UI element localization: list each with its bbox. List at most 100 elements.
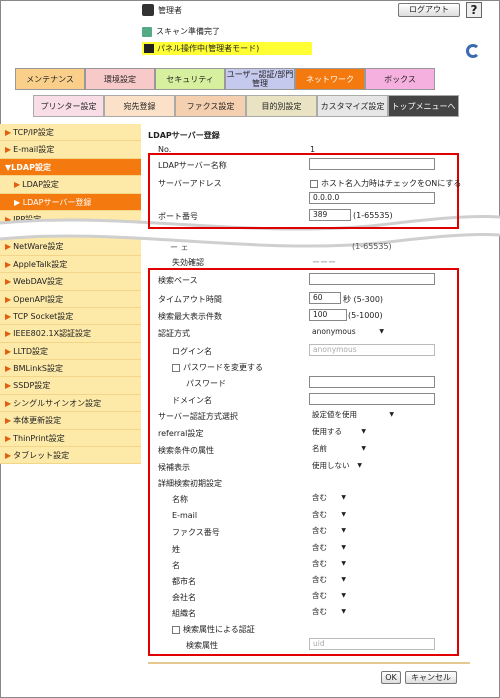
search-attr-input[interactable]: uid xyxy=(309,638,435,650)
detail-select-firstname[interactable]: 含む ▼ xyxy=(309,558,349,570)
detail-select-company[interactable]: 含む ▼ xyxy=(309,590,349,602)
server-address-input[interactable]: 0.0.0.0 xyxy=(309,192,435,204)
detail-select-email[interactable]: 含む ▼ xyxy=(309,509,349,521)
sidebar: ▶ TCP/IP設定 ▶ E-mail設定 ▼LDAP設定 ▶ LDAP設定 ▶ LD… xyxy=(0,124,141,465)
sidebar-item-tcp-socket[interactable]: ▶ TCP Socket設定 xyxy=(0,307,141,326)
sidebar-item-ldap-settings[interactable]: ▶ LDAP設定 xyxy=(0,176,141,194)
tab-maintenance[interactable]: メンテナンス xyxy=(15,68,85,90)
detail-select-name[interactable]: 含む ▼ xyxy=(309,492,349,504)
sidebar-item-lltd[interactable]: ▶ LLTD設定 xyxy=(0,342,141,361)
sidebar-item-ssdp[interactable]: ▶ SSDP設定 xyxy=(0,377,141,395)
detail-label-city: 都市名 xyxy=(172,577,196,586)
dropdown-icon: ▼ xyxy=(379,328,384,335)
tab-printer[interactable]: プリンター設定 xyxy=(33,95,104,117)
sidebar-item-openapi[interactable]: ▶ OpenAPI設定 xyxy=(0,290,141,308)
revocation-check-value: ーーー xyxy=(312,258,336,267)
search-attr-input-label: 検索属性 xyxy=(186,641,218,650)
password-label: パスワード xyxy=(186,379,226,388)
timeout-unit: 秒 (5-300) xyxy=(343,295,384,304)
bottom-divider xyxy=(148,662,470,664)
server-auth-select[interactable]: 設定値を使用 ▼ xyxy=(309,409,397,421)
server-name-input[interactable] xyxy=(309,158,435,170)
tab-fax[interactable]: ファクス設定 xyxy=(175,95,246,117)
dropdown-icon: ▼ xyxy=(341,592,346,599)
detail-select-lastname[interactable]: 含む ▼ xyxy=(309,542,349,554)
scan-status: スキャン準備完了 xyxy=(142,26,220,37)
dropdown-icon: ▼ xyxy=(341,544,346,551)
sidebar-item-webdav[interactable]: ▶ WebDAV設定 xyxy=(0,273,141,291)
detail-label-lastname: 姓 xyxy=(172,545,180,554)
change-password-check[interactable]: パスワードを変更する xyxy=(172,362,263,373)
cancel-button[interactable]: キャンセル xyxy=(405,671,457,684)
sidebar-item-tcpip[interactable]: ▶ TCP/IP設定 xyxy=(0,124,141,142)
ok-button[interactable]: OK xyxy=(381,671,401,684)
detail-select-org[interactable]: 含む ▼ xyxy=(309,606,349,618)
timeout-input[interactable]: 60 xyxy=(309,292,341,304)
max-results-input[interactable]: 100 xyxy=(309,309,347,321)
dropdown-icon: ▼ xyxy=(341,494,346,501)
dropdown-icon: ▼ xyxy=(341,527,346,534)
auth-method-label: 認証方式 xyxy=(158,329,190,338)
port-input[interactable]: 389 xyxy=(309,209,351,221)
sidebar-item-appletalk[interactable]: ▶ AppleTalk設定 xyxy=(0,255,141,274)
password-input[interactable] xyxy=(309,376,435,388)
sidebar-item-sso[interactable]: ▶ シングルサインオン設定 xyxy=(0,394,141,413)
host-name-check[interactable]: ホスト名入力時はチェックをONにする xyxy=(310,178,461,189)
dropdown-icon: ▼ xyxy=(361,445,366,452)
max-results-range: (5-1000) xyxy=(348,311,383,320)
host-name-checkbox[interactable] xyxy=(310,179,318,188)
detail-search-label: 詳細検索初期設定 xyxy=(158,479,222,488)
tab-user-auth[interactable]: ユーザー認証/部門管理 xyxy=(225,68,295,90)
change-password-checkbox[interactable] xyxy=(172,363,180,372)
help-button[interactable]: ? xyxy=(466,2,482,18)
search-attr-label: 検索条件の属性 xyxy=(158,446,214,455)
admin-icon xyxy=(142,4,154,16)
sidebar-item-thinprint[interactable]: ▶ ThinPrint設定 xyxy=(0,429,141,448)
tab-top-menu[interactable]: トップメニューへ xyxy=(388,95,459,117)
sidebar-item-tablet[interactable]: ▶ タブレット設定 xyxy=(0,447,141,465)
tab-security[interactable]: セキュリティ xyxy=(155,68,225,90)
candidate-select[interactable]: 使用しない ▼ xyxy=(309,460,365,472)
sidebar-item-bmlinks[interactable]: ▶ BMLinkS設定 xyxy=(0,360,141,378)
detail-select-fax[interactable]: 含む ▼ xyxy=(309,525,349,537)
referral-label: referral設定 xyxy=(158,429,204,438)
tab-environment[interactable]: 環境設定 xyxy=(85,68,155,90)
search-attr-auth-check[interactable]: 検索属性による認証 xyxy=(172,624,255,635)
domain-label: ドメイン名 xyxy=(172,396,212,405)
detail-label-fax: ファクス番号 xyxy=(172,528,220,537)
tab-purpose[interactable]: 目的別設定 xyxy=(246,95,317,117)
logout-button[interactable]: ログアウト xyxy=(398,3,460,17)
sidebar-item-email[interactable]: ▶ E-mail設定 xyxy=(0,141,141,159)
sidebar-item-update[interactable]: ▶ 本体更新設定 xyxy=(0,412,141,430)
sidebar-item-ieee8021x[interactable]: ▶ IEEE802.1X認証設定 xyxy=(0,325,141,343)
tab-address[interactable]: 宛先登録 xyxy=(104,95,175,117)
port-range: (1-65535) xyxy=(353,211,393,220)
revocation-check-label: 失効確認 xyxy=(172,258,204,267)
port-label: ポート番号 xyxy=(158,212,198,221)
tab-customize[interactable]: カスタマイズ設定 xyxy=(317,95,388,117)
auth-method-select[interactable]: anonymous ▼ xyxy=(309,326,387,338)
timeout-label: タイムアウト時間 xyxy=(158,295,222,304)
search-attr-auth-checkbox[interactable] xyxy=(172,625,180,634)
detail-label-company: 会社名 xyxy=(172,593,196,602)
tab-network[interactable]: ネットワーク xyxy=(295,68,365,90)
dropdown-icon: ▼ xyxy=(341,608,346,615)
referral-select[interactable]: 使用する ▼ xyxy=(309,426,369,438)
domain-input[interactable] xyxy=(309,393,435,405)
partial-range: (1-65535) xyxy=(352,242,392,251)
dropdown-icon: ▼ xyxy=(341,576,346,583)
panel-status: パネル操作中(管理者モード) xyxy=(142,42,312,55)
refresh-icon[interactable] xyxy=(466,44,480,58)
detail-label-name: 名称 xyxy=(172,495,188,504)
max-results-label: 検索最大表示件数 xyxy=(158,312,222,321)
login-name-label: ログイン名 xyxy=(172,347,212,356)
server-address-label: サーバーアドレス xyxy=(158,179,222,188)
login-name-input[interactable]: anonymous xyxy=(309,344,435,356)
server-auth-label: サーバー認証方式選択 xyxy=(158,412,238,421)
dropdown-icon: ▼ xyxy=(389,411,394,418)
tab-box[interactable]: ボックス xyxy=(365,68,435,90)
sidebar-item-ldap[interactable]: ▼LDAP設定 xyxy=(0,158,141,177)
search-base-input[interactable] xyxy=(309,273,435,285)
search-attr-select[interactable]: 名前 ▼ xyxy=(309,443,369,455)
detail-select-city[interactable]: 含む ▼ xyxy=(309,574,349,586)
